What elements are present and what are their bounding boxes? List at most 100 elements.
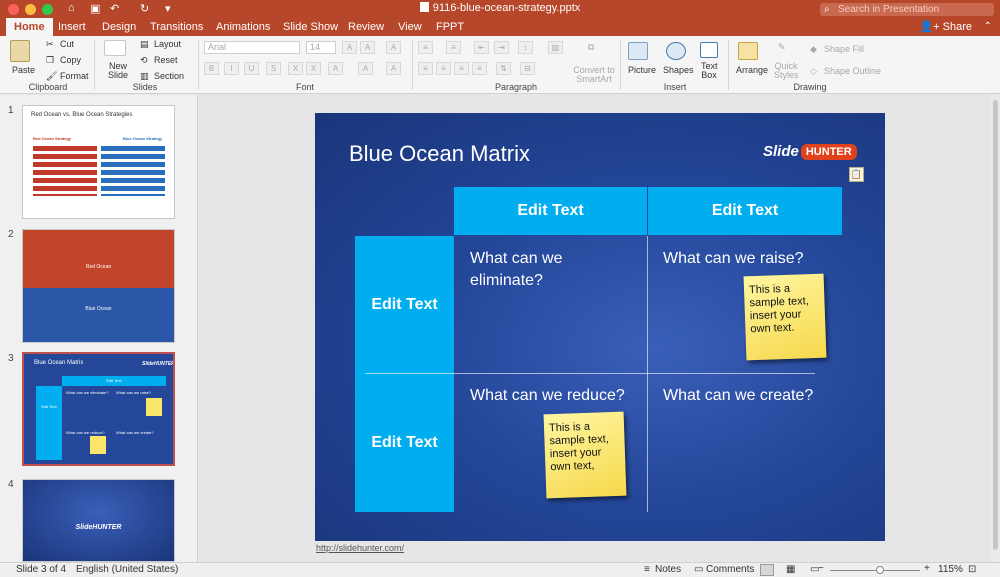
underline-icon[interactable]: U [244, 62, 259, 75]
align-right-icon[interactable]: ≡ [454, 62, 469, 75]
align-center-icon[interactable]: ≡ [436, 62, 451, 75]
slide-sorter-icon[interactable]: ▦ [786, 564, 795, 575]
bullets-icon[interactable]: ≡ [418, 41, 433, 54]
superscript-icon[interactable]: X [288, 62, 303, 75]
zoom-level[interactable]: 115% [938, 564, 963, 575]
column-header-2[interactable]: Edit Text [648, 187, 842, 235]
quadrant-raise[interactable]: What can we raise? [663, 248, 823, 270]
normal-view-icon[interactable] [760, 564, 774, 576]
copy-icon[interactable]: ❐ [46, 55, 54, 66]
text-highlight-icon[interactable]: A [328, 62, 343, 75]
change-case-icon[interactable]: A [386, 62, 401, 75]
increase-indent-icon[interactable]: ⇥ [494, 41, 509, 54]
align-text-icon[interactable]: ⊟ [520, 62, 535, 75]
ribbon-tabs: Home Insert Design Transitions Animation… [0, 18, 1000, 36]
justify-icon[interactable]: ≡ [472, 62, 487, 75]
text-direction-icon[interactable]: ⇅ [496, 62, 511, 75]
column-header-1[interactable]: Edit Text [454, 187, 647, 235]
shape-fill-button[interactable]: Shape Fill [824, 44, 864, 54]
bold-icon[interactable]: B [204, 62, 219, 75]
paste-button[interactable]: Paste [12, 65, 35, 75]
new-slide-icon[interactable] [104, 40, 126, 56]
paste-options-icon[interactable]: 📋 [849, 167, 864, 182]
thumbnail-slide-3[interactable]: Blue Ocean Matrix SlideHUNTER Edit Text … [22, 352, 175, 466]
quadrant-reduce[interactable]: What can we reduce? [470, 385, 630, 407]
arrange-icon[interactable] [738, 42, 758, 60]
comments-icon: ▭ [694, 564, 704, 575]
cut-button[interactable]: Cut [60, 39, 74, 49]
fit-slide-icon[interactable]: ⊡ [968, 564, 976, 575]
zoom-in-icon[interactable]: + [924, 563, 930, 574]
thumbnail-slide-1[interactable]: Red Ocean vs. Blue Ocean Strategies Red … [22, 105, 175, 219]
ribbon: Paste ✂ Cut ❐ Copy 🖌 Format Clipboard Ne… [0, 36, 1000, 94]
scrollbar-thumb[interactable] [993, 100, 998, 550]
reset-button[interactable]: Reset [154, 55, 178, 65]
tab-fppt[interactable]: FPPT [428, 18, 472, 36]
tab-home[interactable]: Home [6, 18, 53, 36]
share-button[interactable]: 👤+ Share [919, 18, 972, 36]
slide-title[interactable]: Blue Ocean Matrix [349, 141, 530, 167]
shapes-button[interactable]: Shapes [663, 65, 694, 75]
comments-button[interactable]: Comments [706, 564, 754, 575]
quadrant-create[interactable]: What can we create? [663, 385, 823, 407]
zoom-slider-handle[interactable] [876, 566, 884, 574]
subscript-icon[interactable]: X [306, 62, 321, 75]
arrange-button[interactable]: Arrange [736, 65, 768, 75]
format-button[interactable]: Format [60, 71, 89, 81]
picture-icon[interactable] [628, 42, 648, 60]
slide-canvas[interactable]: Blue Ocean Matrix Slide HUNTER 📋 Edit Tex… [315, 113, 885, 541]
row-header-2[interactable]: Edit Text [355, 373, 454, 512]
font-name-field[interactable]: Arial [204, 41, 300, 54]
font-size-field[interactable]: 14 [306, 41, 336, 54]
strikethrough-icon[interactable]: S [266, 62, 281, 75]
zoom-out-icon[interactable]: − [818, 563, 824, 574]
sticky-note-2[interactable]: This is a sample text, insert your own t… [543, 411, 627, 499]
textbox-button[interactable]: Text Box [701, 62, 718, 80]
textbox-icon[interactable] [700, 42, 718, 58]
thumbnail-number: 4 [8, 479, 14, 490]
clear-formatting-icon[interactable]: A [386, 41, 401, 54]
sticky-note-1[interactable]: This is a sample text, insert your own t… [743, 273, 827, 361]
tab-animations[interactable]: Animations [208, 18, 278, 36]
paste-icon[interactable] [10, 40, 30, 62]
convert-smartart-button[interactable]: Convert to SmartArt [572, 66, 616, 84]
quick-styles-button[interactable]: Quick Styles [774, 62, 799, 80]
vertical-scrollbar[interactable] [991, 95, 1000, 562]
cut-icon[interactable]: ✂ [46, 39, 54, 50]
format-painter-icon[interactable]: 🖌 [46, 71, 57, 82]
language-indicator[interactable]: English (United States) [76, 564, 178, 575]
tab-slide-show[interactable]: Slide Show [275, 18, 346, 36]
tab-review[interactable]: Review [340, 18, 392, 36]
thumbnail-slide-4[interactable]: SlideHUNTER [22, 479, 175, 562]
columns-icon[interactable]: ▥ [548, 41, 563, 54]
notes-button[interactable]: Notes [655, 564, 681, 575]
quadrant-eliminate[interactable]: What can we eliminate? [470, 248, 630, 292]
section-button[interactable]: Section [154, 71, 184, 81]
copy-button[interactable]: Copy [60, 55, 81, 65]
slide-url-link[interactable]: http://slidehunter.com/ [316, 543, 404, 553]
tab-transitions[interactable]: Transitions [142, 18, 211, 36]
shape-outline-button[interactable]: Shape Outline [824, 66, 881, 76]
shapes-icon[interactable] [666, 42, 686, 60]
font-color-icon[interactable]: A [358, 62, 373, 75]
zoom-slider[interactable] [830, 570, 920, 571]
decrease-indent-icon[interactable]: ⇤ [474, 41, 489, 54]
collapse-ribbon-icon[interactable]: ⌃ [984, 21, 992, 32]
new-slide-button[interactable]: New Slide [106, 62, 130, 80]
thumb-blue-list [101, 146, 165, 196]
row-header-1[interactable]: Edit Text [355, 236, 454, 373]
decrease-font-icon[interactable]: A [360, 41, 375, 54]
increase-font-icon[interactable]: A [342, 41, 357, 54]
search-input[interactable]: ⌕ Search in Presentation [820, 3, 994, 16]
numbering-icon[interactable]: ≡ [446, 41, 461, 54]
italic-icon[interactable]: I [224, 62, 239, 75]
picture-button[interactable]: Picture [628, 65, 656, 75]
tab-view[interactable]: View [390, 18, 430, 36]
reset-icon: ⟲ [140, 55, 148, 65]
tab-insert[interactable]: Insert [50, 18, 94, 36]
line-spacing-icon[interactable]: ↕ [518, 41, 533, 54]
thumbnail-slide-2[interactable]: Red Ocean Blue Ocean [22, 229, 175, 343]
tab-design[interactable]: Design [94, 18, 144, 36]
layout-button[interactable]: Layout [154, 39, 181, 49]
align-left-icon[interactable]: ≡ [418, 62, 433, 75]
